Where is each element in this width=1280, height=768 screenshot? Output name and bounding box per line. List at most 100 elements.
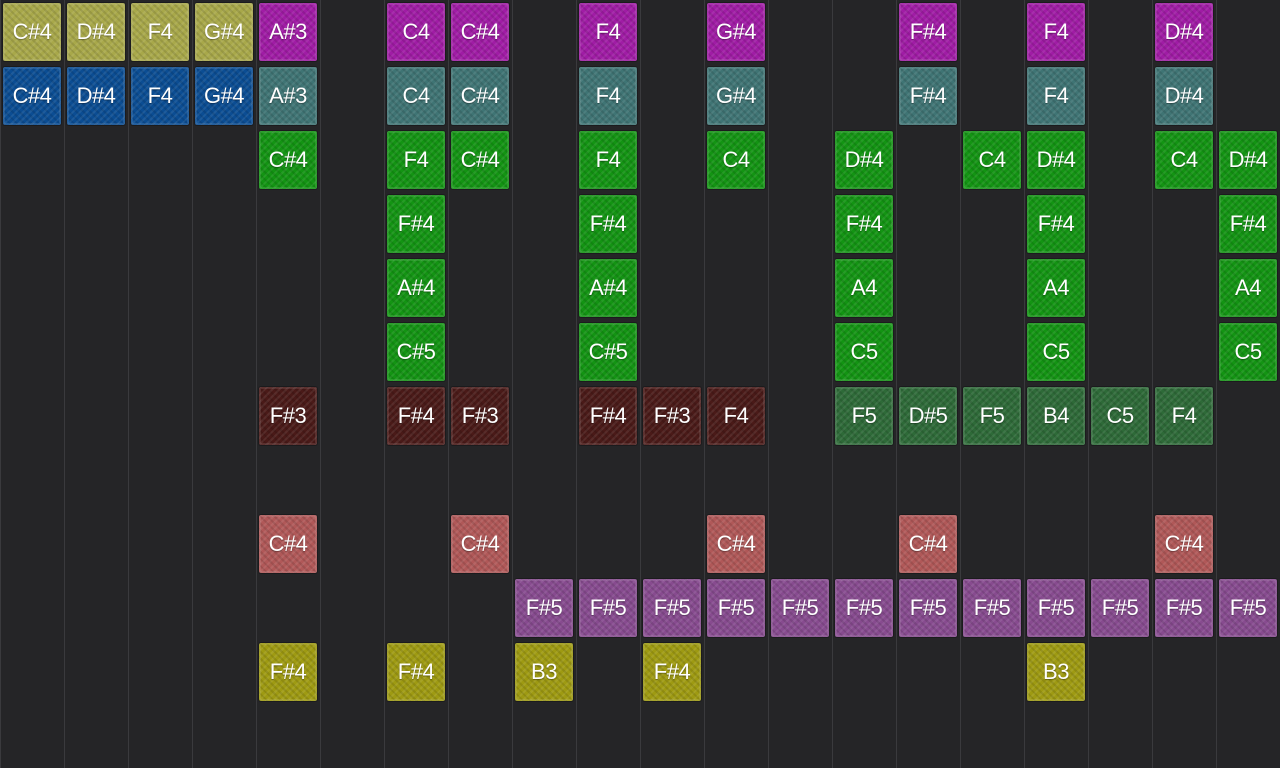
note-cell[interactable]: F4 xyxy=(1024,64,1088,128)
note-cell[interactable]: F#4 xyxy=(640,640,704,704)
note-cell[interactable]: G#4 xyxy=(192,0,256,64)
note-cell[interactable]: F#4 xyxy=(384,384,448,448)
note-cell[interactable]: G#4 xyxy=(704,64,768,128)
note-cell[interactable]: C#4 xyxy=(256,512,320,576)
note-label: C#4 xyxy=(908,531,948,556)
note-cell[interactable]: F#5 xyxy=(512,576,576,640)
note-cell[interactable]: C#4 xyxy=(704,512,768,576)
note-label: G#4 xyxy=(715,19,757,44)
note-cell[interactable]: F4 xyxy=(384,128,448,192)
note-label: D#4 xyxy=(1228,147,1268,172)
note-cell[interactable]: C#4 xyxy=(448,0,512,64)
note-label: B3 xyxy=(1043,659,1069,684)
note-cell[interactable]: F#3 xyxy=(640,384,704,448)
note-label: F#4 xyxy=(1037,211,1075,236)
note-label: F4 xyxy=(595,19,621,44)
note-cell[interactable]: B4 xyxy=(1024,384,1088,448)
note-cell[interactable]: C5 xyxy=(832,320,896,384)
note-cell[interactable]: C4 xyxy=(704,128,768,192)
note-cell[interactable]: F#5 xyxy=(1152,576,1216,640)
note-cell[interactable]: D#4 xyxy=(1152,0,1216,64)
note-cell[interactable]: F#4 xyxy=(896,64,960,128)
note-cell[interactable]: C4 xyxy=(384,0,448,64)
note-cell[interactable]: F#4 xyxy=(576,192,640,256)
note-cell[interactable]: A4 xyxy=(1024,256,1088,320)
note-cell[interactable]: A#3 xyxy=(256,0,320,64)
note-cell[interactable]: A4 xyxy=(1216,256,1280,320)
note-cell[interactable]: A#3 xyxy=(256,64,320,128)
note-cell[interactable]: F#3 xyxy=(256,384,320,448)
note-cell[interactable]: D#4 xyxy=(1024,128,1088,192)
note-cell[interactable]: D#4 xyxy=(64,64,128,128)
note-label: F#5 xyxy=(1101,595,1139,620)
note-cell[interactable]: F4 xyxy=(128,0,192,64)
note-cell[interactable]: G#4 xyxy=(704,0,768,64)
note-label: C#4 xyxy=(12,19,52,44)
note-cell[interactable]: C#4 xyxy=(896,512,960,576)
note-label: C4 xyxy=(402,83,430,108)
note-cell[interactable]: F#5 xyxy=(640,576,704,640)
note-cell[interactable]: F#3 xyxy=(448,384,512,448)
note-cell[interactable]: F#4 xyxy=(1024,192,1088,256)
note-cell[interactable]: B3 xyxy=(512,640,576,704)
note-cell[interactable]: C5 xyxy=(1088,384,1152,448)
note-cell[interactable]: F#5 xyxy=(1088,576,1152,640)
note-cell[interactable]: C#4 xyxy=(0,0,64,64)
note-cell[interactable]: D#5 xyxy=(896,384,960,448)
note-cell[interactable]: F#4 xyxy=(576,384,640,448)
note-cell[interactable]: F#4 xyxy=(832,192,896,256)
note-cell[interactable]: C#4 xyxy=(448,64,512,128)
note-cell[interactable]: C#4 xyxy=(448,128,512,192)
note-cell[interactable]: F4 xyxy=(576,128,640,192)
note-cell[interactable]: F#5 xyxy=(960,576,1024,640)
note-cell[interactable]: C5 xyxy=(1216,320,1280,384)
note-cell[interactable]: F5 xyxy=(832,384,896,448)
note-cell[interactable]: B3 xyxy=(1024,640,1088,704)
note-cell[interactable]: A#4 xyxy=(384,256,448,320)
note-cell[interactable]: D#4 xyxy=(1152,64,1216,128)
note-label: F#4 xyxy=(653,659,691,684)
note-cell[interactable]: A4 xyxy=(832,256,896,320)
note-cell[interactable]: F4 xyxy=(1024,0,1088,64)
note-cell[interactable]: D#4 xyxy=(832,128,896,192)
note-cell[interactable]: F#5 xyxy=(1216,576,1280,640)
note-cell[interactable]: F4 xyxy=(576,0,640,64)
note-cell[interactable]: C#5 xyxy=(576,320,640,384)
note-label: A#3 xyxy=(269,19,307,44)
note-cell[interactable]: F#5 xyxy=(1024,576,1088,640)
note-cell[interactable]: F4 xyxy=(1152,384,1216,448)
note-cell[interactable]: A#4 xyxy=(576,256,640,320)
note-label: B3 xyxy=(531,659,557,684)
note-cell[interactable]: F5 xyxy=(960,384,1024,448)
note-cell[interactable]: D#4 xyxy=(64,0,128,64)
note-cell[interactable]: C#4 xyxy=(1152,512,1216,576)
note-cell[interactable]: C#4 xyxy=(0,64,64,128)
note-cell[interactable]: F#5 xyxy=(896,576,960,640)
note-cell[interactable]: G#4 xyxy=(192,64,256,128)
note-grid[interactable]: C#4 D#4 F4 G#4 A#3 C4 C#4 F4 G#4 F#4 F4 D#4 C#4 D#4 F4… xyxy=(0,0,1280,768)
note-cell[interactable]: C4 xyxy=(960,128,1024,192)
note-cell[interactable]: F#4 xyxy=(896,0,960,64)
note-cell[interactable]: C5 xyxy=(1024,320,1088,384)
note-cell[interactable]: F#5 xyxy=(768,576,832,640)
note-cell[interactable]: F#5 xyxy=(576,576,640,640)
note-cell[interactable]: F4 xyxy=(576,64,640,128)
note-cell[interactable]: C4 xyxy=(384,64,448,128)
note-cell[interactable]: F#5 xyxy=(704,576,768,640)
note-cell[interactable]: F#5 xyxy=(832,576,896,640)
note-cell[interactable]: D#4 xyxy=(1216,128,1280,192)
note-cell[interactable]: C#5 xyxy=(384,320,448,384)
note-cell[interactable]: F#4 xyxy=(1216,192,1280,256)
note-label: F5 xyxy=(851,403,877,428)
note-cell[interactable]: F4 xyxy=(704,384,768,448)
note-cell[interactable]: F#4 xyxy=(384,192,448,256)
note-cell[interactable]: F#4 xyxy=(384,640,448,704)
note-cell[interactable]: F#4 xyxy=(256,640,320,704)
note-cell[interactable]: C#4 xyxy=(448,512,512,576)
note-label: C#4 xyxy=(1164,531,1204,556)
note-label: D#4 xyxy=(1164,19,1204,44)
note-label: C#4 xyxy=(460,147,500,172)
note-cell[interactable]: C#4 xyxy=(256,128,320,192)
note-cell[interactable]: C4 xyxy=(1152,128,1216,192)
note-cell[interactable]: F4 xyxy=(128,64,192,128)
